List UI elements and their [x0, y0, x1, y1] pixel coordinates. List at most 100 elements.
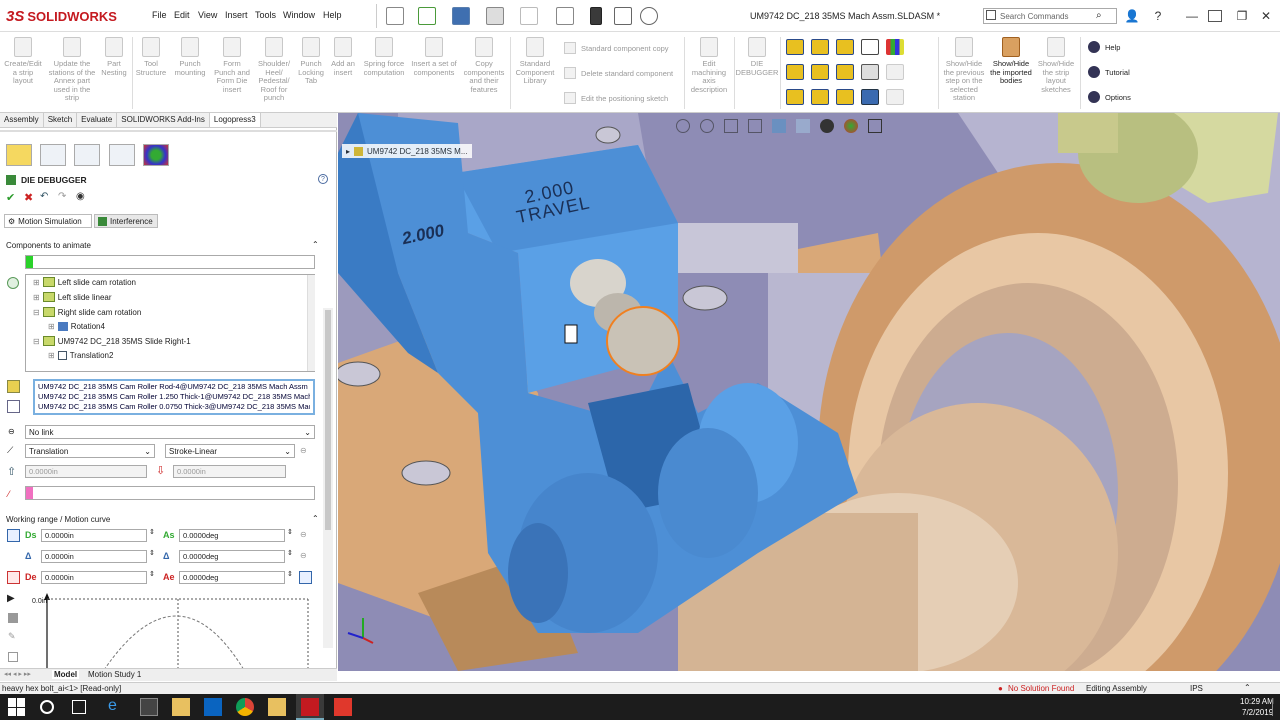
configuration-manager-tab-icon[interactable] — [74, 144, 100, 166]
help-icon[interactable]: ? — [318, 174, 328, 184]
edit-pencil-icon[interactable]: ✎ — [8, 631, 16, 642]
calculator-icon[interactable] — [299, 571, 312, 584]
delete-standard-component-button[interactable]: Delete standard component — [564, 67, 673, 79]
panel-splitter[interactable] — [0, 130, 337, 132]
show-hide-strip-sketches-button[interactable]: Show/Hide the strip layout sketches — [1034, 33, 1078, 113]
menu-window[interactable]: Window — [283, 10, 315, 20]
punch-mounting-button[interactable]: Punch mounting — [172, 33, 208, 113]
strip-tool-icon[interactable] — [811, 89, 829, 105]
direction-up-icon[interactable]: ⇧ — [7, 465, 16, 478]
cancel-x-icon[interactable]: ✖ — [24, 191, 33, 204]
spinner-icon[interactable]: ⇕ — [149, 570, 155, 578]
delta-field[interactable]: 0.0000in — [41, 550, 147, 563]
menu-tools[interactable]: Tools — [255, 10, 276, 20]
menu-file[interactable]: File — [152, 10, 167, 20]
shoulder-heel-button[interactable]: Shoulder/ Heel/ Pedestal/ Roof for punch — [254, 33, 294, 113]
restore-pane-icon[interactable] — [1208, 10, 1222, 22]
tab-evaluate[interactable]: Evaluate — [77, 113, 118, 127]
tab-sketch[interactable]: Sketch — [44, 113, 78, 127]
model-3d-view[interactable] — [338, 113, 1280, 671]
open-icon[interactable] — [418, 7, 436, 25]
create-strip-layout-button[interactable]: Create/Edit a strip layout — [2, 33, 44, 113]
tree-item[interactable]: ⊞ Rotation4 — [48, 319, 105, 333]
strip-tool-icon[interactable] — [811, 39, 829, 55]
save-icon[interactable] — [452, 7, 470, 25]
standard-component-library-button[interactable]: Standard Component Library — [512, 33, 558, 113]
motion-curve-select[interactable]: Stroke-Linear ⌄ — [165, 444, 295, 458]
edit-appearance-icon[interactable] — [844, 119, 858, 133]
close-icon[interactable]: ✕ — [1258, 8, 1274, 24]
show-hide-previous-step-button[interactable]: Show/Hide the previous step on the selec… — [940, 33, 988, 113]
chevron-up-icon[interactable]: ⌃ — [1244, 683, 1251, 692]
insert-components-button[interactable]: Insert a set of components — [410, 33, 458, 113]
curve-link-icon[interactable]: ⊖ — [300, 446, 307, 455]
app-s-icon[interactable] — [334, 698, 352, 716]
tab-solidworks-addins[interactable]: SOLIDWORKS Add-Ins — [117, 113, 210, 127]
strip-tool-icon[interactable] — [811, 64, 829, 80]
color-pick-icon[interactable]: ⁄ — [8, 489, 10, 499]
rebuild-traffic-light-icon[interactable] — [590, 7, 602, 25]
list-item[interactable]: UM9742 DC_218 35MS Cam Roller Rod-4@UM97… — [38, 382, 310, 392]
chrome-icon[interactable] — [236, 698, 254, 716]
units-indicator[interactable]: IPS — [1190, 684, 1203, 693]
tab-logopress3[interactable]: Logopress3 — [209, 113, 261, 127]
menu-edit[interactable]: Edit — [174, 10, 190, 20]
windows-start-icon[interactable] — [8, 698, 26, 716]
tab-motion-study[interactable]: Motion Study 1 — [88, 670, 141, 679]
solidworks-logo[interactable]: 3S SOLIDWORKS — [6, 4, 132, 28]
tree-item[interactable]: ⊞ Left slide linear — [33, 290, 112, 304]
strip-tool-icon[interactable] — [786, 89, 804, 105]
ok-check-icon[interactable]: ✔ — [6, 191, 15, 204]
undo-icon[interactable]: ↶ — [40, 191, 48, 202]
tab-motion-simulation[interactable]: ⚙ Motion Simulation — [4, 214, 92, 228]
component-color-field[interactable] — [25, 255, 315, 269]
standard-component-copy-button[interactable]: Standard component copy — [564, 42, 669, 54]
tab-interference[interactable]: Interference — [94, 214, 158, 228]
de-field[interactable]: 0.0000in — [41, 571, 147, 584]
color-field[interactable] — [25, 486, 315, 500]
help-question-icon[interactable]: ? — [1150, 8, 1166, 24]
link-icon[interactable]: ⊖ — [300, 530, 307, 539]
list-item[interactable]: UM9742 DC_218 35MS Cam Roller 0.0750 Thi… — [38, 402, 310, 412]
tab-assembly[interactable]: Assembly — [0, 113, 44, 127]
display-manager-tab-icon[interactable] — [143, 144, 169, 166]
select-components-icon[interactable] — [7, 380, 20, 393]
undo-icon[interactable] — [520, 7, 538, 25]
solution-status[interactable]: No Solution Found — [1008, 684, 1074, 693]
show-hide-imported-bodies-button[interactable]: Show/Hide the imported bodies — [990, 33, 1032, 113]
new-document-icon[interactable] — [386, 7, 404, 25]
search-magnifier-icon[interactable]: ⌕ — [1096, 10, 1102, 21]
menu-view[interactable]: View — [198, 10, 217, 20]
folder-icon[interactable] — [268, 698, 286, 716]
display-settings-icon[interactable] — [868, 119, 882, 133]
hide-show-items-icon[interactable] — [820, 119, 834, 133]
breadcrumb[interactable]: ▸ UM9742 DC_218 35MS M... — [342, 144, 472, 158]
redo-icon[interactable]: ↷ — [58, 191, 66, 202]
zoom-area-icon[interactable] — [700, 119, 714, 133]
as-field[interactable]: 0.0000deg — [179, 529, 285, 542]
edge-browser-icon[interactable]: e — [108, 697, 117, 715]
tool-structure-button[interactable]: Tool Structure — [134, 33, 168, 113]
stop-icon[interactable] — [8, 613, 18, 623]
list-item[interactable]: UM9742 DC_218 35MS Cam Roller 1.250 Thic… — [38, 392, 310, 402]
clock-date[interactable]: 7/2/2019 — [1242, 708, 1273, 717]
display-style-icon[interactable] — [796, 119, 810, 133]
copy-components-button[interactable]: Copy components and their features — [460, 33, 508, 113]
spinner-icon[interactable]: ⇕ — [149, 549, 155, 557]
spinner-icon[interactable]: ⇕ — [149, 528, 155, 536]
spinner-icon[interactable]: ⇕ — [287, 549, 293, 557]
form-punch-button[interactable]: Form Punch and Form Die insert — [212, 33, 252, 113]
tab-model[interactable]: Model — [52, 670, 80, 679]
zoom-selection-icon[interactable] — [7, 400, 20, 413]
tree-item[interactable]: ⊟ UM9742 DC_218 35MS Slide Right-1 — [33, 334, 191, 348]
link-icon[interactable]: ⊖ — [300, 551, 307, 560]
scrollbar-thumb[interactable] — [325, 310, 331, 530]
delta-angle-field[interactable]: 0.0000deg — [179, 550, 285, 563]
solidworks-taskbar-button[interactable] — [296, 694, 324, 720]
feature-manager-tab-icon[interactable] — [6, 144, 32, 166]
update-stations-button[interactable]: Update the stations of the Annex part us… — [48, 33, 96, 113]
show-desktop-button[interactable] — [1272, 698, 1278, 716]
distance-field[interactable]: 0.0000in — [25, 465, 147, 478]
zoom-to-fit-icon[interactable] — [676, 119, 690, 133]
collapse-chevron-icon[interactable]: ⌃ — [312, 240, 319, 249]
